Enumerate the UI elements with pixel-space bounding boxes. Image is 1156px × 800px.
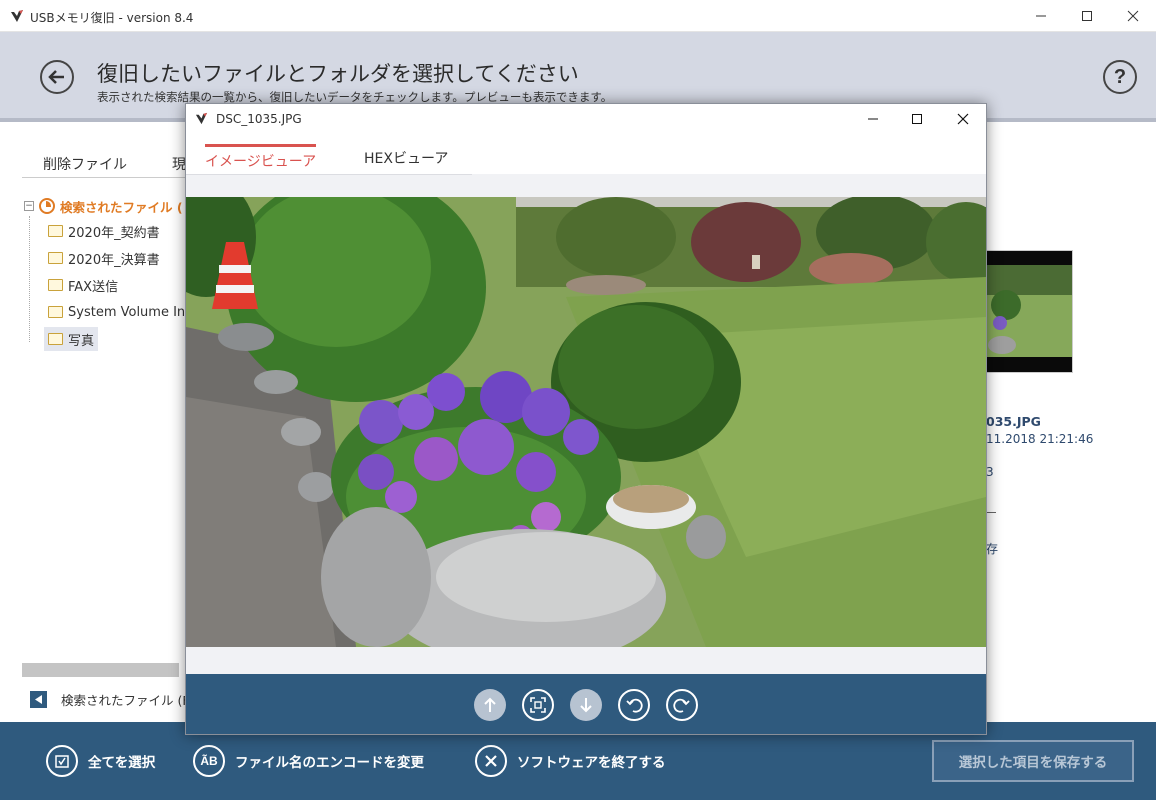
breadcrumb-back-button[interactable] — [30, 691, 47, 708]
folder-icon — [48, 279, 63, 291]
tab-divider — [186, 174, 472, 175]
fit-screen-icon — [530, 697, 546, 713]
tree-root[interactable]: − 検索されたファイル ( — [24, 196, 183, 216]
exit-label: ソフトウェアを終了する — [517, 755, 666, 771]
tree-item-label: 写真 — [68, 333, 95, 349]
tree-item-label: System Volume Info — [68, 304, 198, 320]
x-icon — [485, 755, 497, 767]
tree-item-label: 2020年_決算書 — [68, 252, 160, 268]
close-icon — [957, 113, 969, 125]
dialog-tabs: イメージビューア HEXビューア — [186, 134, 986, 174]
checkbox-folder-icon — [55, 755, 69, 768]
breadcrumb: 検索されたファイル (FA — [30, 690, 197, 709]
help-button[interactable]: ? — [1103, 60, 1137, 94]
arrow-up-icon — [484, 697, 496, 712]
app-logo-icon — [195, 112, 208, 125]
preview-image — [186, 197, 986, 647]
arrow-down-icon — [580, 698, 592, 713]
close-circle-icon — [475, 745, 507, 777]
maximize-button[interactable] — [1064, 0, 1110, 32]
collapse-icon[interactable]: − — [24, 201, 34, 211]
change-encoding-label: ファイル名のエンコードを変更 — [235, 755, 424, 771]
image-toolbar — [186, 674, 986, 734]
tree-item-photos[interactable]: 写真 — [44, 327, 99, 351]
change-encoding-button[interactable]: ÃB ファイル名のエンコードを変更 — [193, 744, 424, 778]
back-button[interactable] — [40, 60, 74, 94]
dialog-close-button[interactable] — [940, 104, 986, 134]
preview-thumbnail — [985, 250, 1073, 373]
previous-image-button[interactable] — [474, 689, 506, 721]
select-all-label: 全てを選択 — [88, 755, 156, 771]
close-button[interactable] — [1110, 0, 1156, 32]
tree-connector — [29, 216, 30, 342]
fit-screen-button[interactable] — [522, 689, 554, 721]
triangle-left-icon — [34, 695, 42, 704]
help-icon: ? — [1113, 65, 1127, 88]
left-tabs: 削除ファイル 現 — [22, 150, 192, 178]
exit-button[interactable]: ソフトウェアを終了する — [475, 744, 666, 778]
page-title: 復旧したいファイルとフォルダを選択してください — [97, 62, 579, 86]
file-size: 3 — [986, 465, 994, 479]
arrow-left-icon — [48, 70, 64, 84]
tree-root-label: 検索されたファイル ( — [60, 199, 183, 215]
window-titlebar: USBメモリ復旧 - version 8.4 — [0, 0, 1156, 32]
tab-current-files[interactable]: 現 — [172, 154, 186, 174]
tree-item-contracts[interactable]: 2020年_契約書 — [44, 219, 164, 243]
minimize-button[interactable] — [1018, 0, 1064, 32]
folder-icon — [48, 333, 63, 345]
tree-item-label: FAX送信 — [68, 279, 119, 295]
folder-icon — [48, 252, 63, 264]
dialog-title: DSC_1035.JPG — [216, 112, 302, 126]
tab-deleted-files[interactable]: 削除ファイル — [43, 154, 127, 174]
divider — [986, 512, 996, 513]
maximize-icon — [912, 114, 922, 124]
rotate-right-icon — [673, 698, 690, 713]
file-name: 035.JPG — [986, 414, 1041, 429]
dialog-maximize-button[interactable] — [894, 104, 940, 134]
app-logo-icon — [11, 10, 23, 22]
encoding-icon: ÃB — [193, 745, 225, 777]
horizontal-scrollbar[interactable] — [22, 663, 179, 677]
tab-image-viewer[interactable]: イメージビューア — [205, 144, 317, 171]
save-link[interactable]: 存 — [986, 540, 998, 557]
garden-photo — [186, 197, 986, 647]
minimize-icon — [868, 118, 878, 120]
preview-dialog: DSC_1035.JPG イメージビューア HEXビューア — [185, 103, 987, 735]
tree-item-settlements[interactable]: 2020年_決算書 — [44, 246, 164, 270]
next-image-button[interactable] — [570, 689, 602, 721]
folder-icon — [48, 225, 63, 237]
breadcrumb-label: 検索されたファイル (FA — [61, 693, 197, 708]
rotate-right-button[interactable] — [666, 689, 698, 721]
select-all-button[interactable]: 全てを選択 — [46, 744, 155, 778]
rotate-left-button[interactable] — [618, 689, 650, 721]
dialog-minimize-button[interactable] — [850, 104, 896, 134]
window-title: USBメモリ復旧 - version 8.4 — [30, 11, 194, 25]
search-result-icon — [39, 198, 55, 214]
save-selected-button[interactable]: 選択した項目を保存する — [932, 740, 1134, 782]
tree-item-fax[interactable]: FAX送信 — [44, 273, 122, 297]
maximize-icon — [1082, 11, 1092, 21]
rotate-left-icon — [626, 698, 643, 713]
close-icon — [1127, 10, 1139, 22]
select-all-icon — [46, 745, 78, 777]
dialog-titlebar: DSC_1035.JPG — [186, 104, 986, 134]
folder-icon — [48, 306, 63, 318]
tree-item-system-volume[interactable]: System Volume Info — [44, 300, 202, 324]
tree-item-label: 2020年_契約書 — [68, 225, 160, 241]
minimize-icon — [1036, 15, 1046, 17]
tab-hex-viewer[interactable]: HEXビューア — [364, 144, 448, 168]
thumbnail-image — [986, 251, 1072, 372]
file-date: 11.2018 21:21:46 — [986, 432, 1094, 446]
